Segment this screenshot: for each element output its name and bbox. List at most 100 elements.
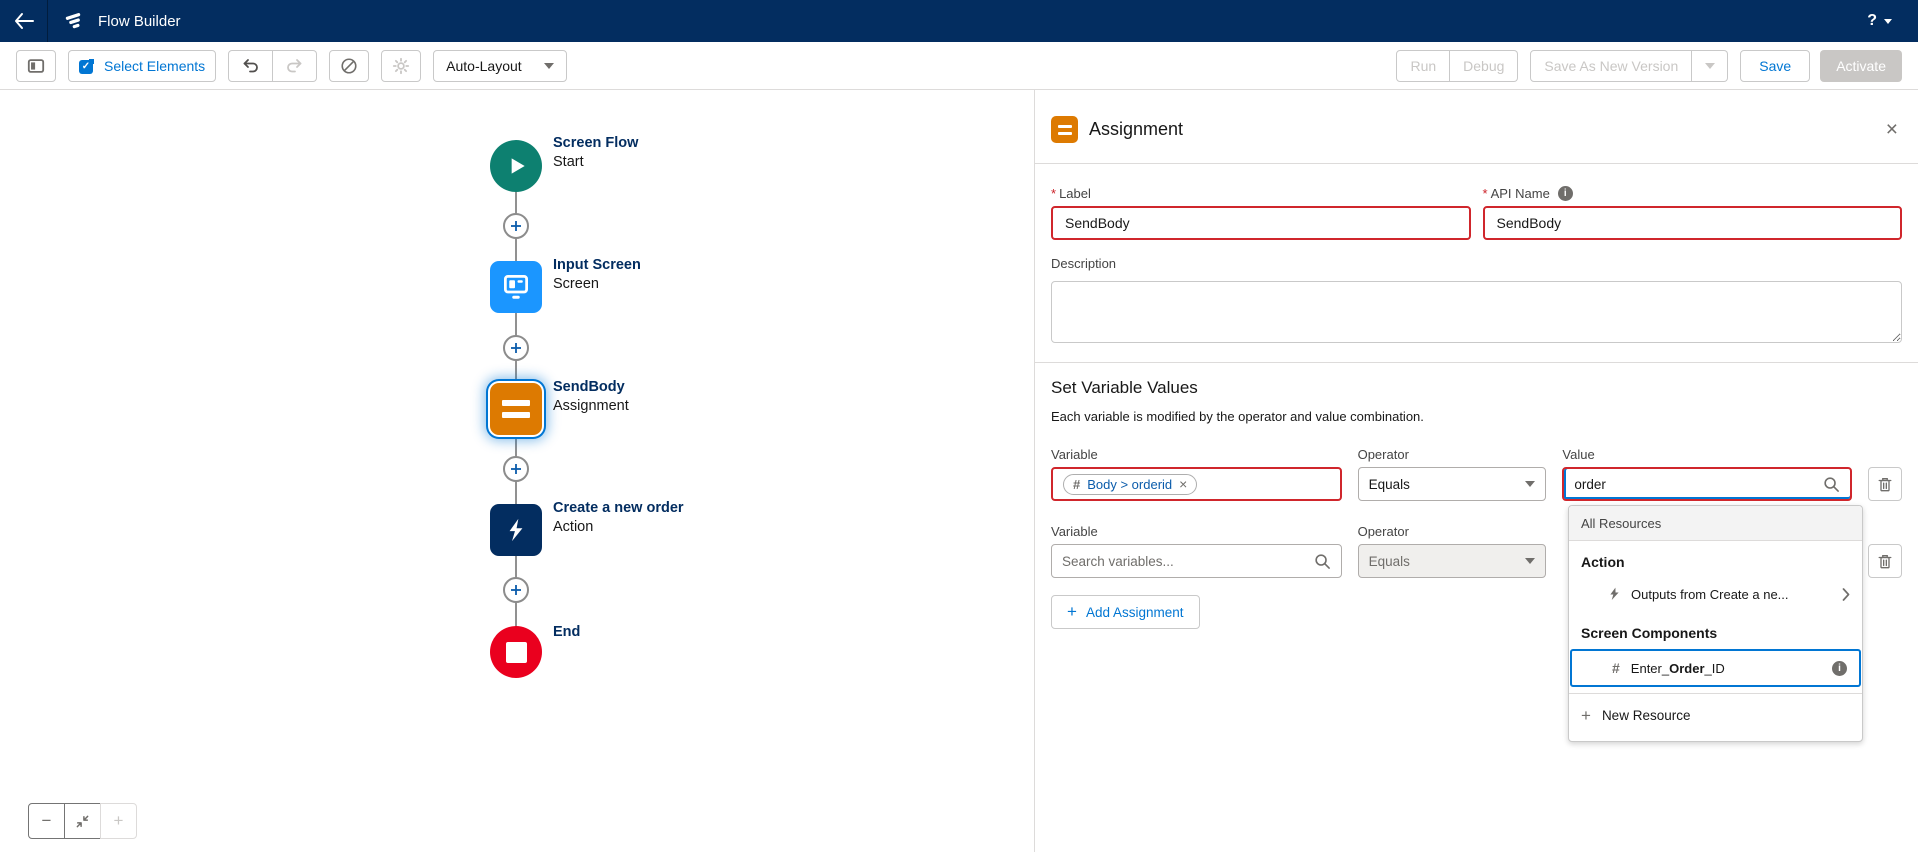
label-field-group: * Label: [1051, 186, 1471, 240]
delete-assignment-button-2[interactable]: [1868, 544, 1902, 578]
back-button[interactable]: [0, 0, 48, 42]
node-start[interactable]: [490, 140, 542, 192]
flow-settings-button[interactable]: [381, 50, 421, 82]
add-element-button[interactable]: [503, 213, 529, 239]
chevron-down-icon: [1525, 481, 1535, 487]
operator-label: Operator: [1358, 447, 1547, 462]
description-group: Description: [1035, 256, 1918, 348]
add-element-button[interactable]: [503, 456, 529, 482]
lightning-icon: [502, 516, 530, 544]
new-resource-button[interactable]: + New Resource: [1569, 693, 1862, 737]
dropdown-section-screen-components: Screen Components: [1569, 612, 1862, 647]
trash-icon: [1877, 476, 1893, 493]
plus-icon: +: [114, 811, 124, 831]
operator-value: Equals: [1369, 554, 1410, 569]
variable-input-1[interactable]: # Body > orderid ×: [1051, 467, 1342, 501]
api-name-field-label: * API Name i: [1483, 186, 1903, 201]
api-name-input[interactable]: [1483, 206, 1903, 240]
variable-search-combobox-2[interactable]: [1051, 544, 1342, 578]
value-column: Value: [1562, 447, 1852, 501]
debug-label: Debug: [1463, 58, 1504, 74]
select-elements-button[interactable]: ✓ Select Elements: [68, 50, 216, 82]
label-input[interactable]: [1051, 206, 1471, 240]
value-search-input[interactable]: [1574, 477, 1823, 492]
redo-button[interactable]: [273, 50, 317, 82]
set-variable-values-section: Set Variable Values Each variable is mod…: [1035, 378, 1918, 424]
hash-icon: #: [1073, 477, 1080, 492]
dropdown-item-label: Enter_Order_ID: [1631, 661, 1821, 676]
dropdown-section-action: Action: [1569, 541, 1862, 576]
panel-title: Assignment: [1089, 119, 1183, 140]
label-part: Enter_: [1631, 661, 1669, 676]
save-as-new-version-button[interactable]: Save As New Version: [1530, 50, 1692, 82]
spacer-label: [1868, 447, 1902, 462]
toggle-toolbox-button[interactable]: [16, 50, 56, 82]
add-assignment-label: Add Assignment: [1086, 605, 1184, 620]
undo-button[interactable]: [228, 50, 273, 82]
label-part: _ID: [1705, 661, 1725, 676]
close-icon[interactable]: ×: [1886, 119, 1898, 140]
operator-value: Equals: [1369, 477, 1410, 492]
chevron-down-icon: [1525, 558, 1535, 564]
flow-builder-logo-icon: [64, 10, 86, 32]
plus-icon: +: [1581, 707, 1591, 724]
label-text: Value: [1562, 447, 1594, 462]
help-menu[interactable]: ?: [1867, 12, 1892, 30]
info-icon[interactable]: i: [1832, 661, 1847, 676]
dropdown-item-label: Outputs from Create a ne...: [1631, 587, 1831, 602]
node-start-label: Screen Flow Start: [553, 134, 638, 172]
node-title: SendBody: [553, 378, 629, 397]
node-end[interactable]: [490, 626, 542, 678]
operator-select-2[interactable]: Equals: [1358, 544, 1547, 578]
plus-icon: [510, 463, 522, 475]
remove-pill-icon[interactable]: ×: [1179, 477, 1187, 491]
label-api-row: * Label * API Name i: [1035, 186, 1918, 240]
delete-assignment-button-1[interactable]: [1868, 467, 1902, 501]
operator-select-1[interactable]: Equals: [1358, 467, 1547, 501]
save-as-new-version-label: Save As New Version: [1544, 58, 1678, 74]
label-text: Label: [1059, 186, 1091, 201]
add-assignment-button[interactable]: + Add Assignment: [1051, 595, 1200, 629]
zoom-in-button[interactable]: +: [100, 803, 137, 839]
error-indicator-button[interactable]: [329, 50, 369, 82]
label-field-label: * Label: [1051, 186, 1471, 201]
node-create-order-action[interactable]: [490, 504, 542, 556]
variable-search-input-2[interactable]: [1062, 554, 1314, 569]
fit-to-view-button[interactable]: [64, 803, 101, 839]
dropdown-item-outputs[interactable]: Outputs from Create a ne...: [1569, 576, 1862, 612]
help-icon: ?: [1867, 12, 1877, 30]
node-input-screen[interactable]: [490, 261, 542, 313]
value-search-combobox[interactable]: [1562, 467, 1852, 501]
operator-label: Operator: [1358, 524, 1547, 539]
section-title: Set Variable Values: [1051, 378, 1902, 398]
chevron-down-icon: [1884, 19, 1892, 24]
gear-icon: [392, 57, 410, 75]
add-element-button[interactable]: [503, 577, 529, 603]
save-options-caret-button[interactable]: [1692, 50, 1728, 82]
flow-canvas[interactable]: Screen Flow Start Input Screen Screen Se…: [0, 90, 1034, 852]
layout-mode-dropdown[interactable]: Auto-Layout: [433, 50, 567, 82]
zoom-out-button[interactable]: −: [28, 803, 65, 839]
label-text: Description: [1051, 256, 1116, 271]
node-sendbody-assignment[interactable]: [490, 383, 542, 435]
run-button[interactable]: Run: [1396, 50, 1450, 82]
redo-icon: [286, 58, 303, 74]
plus-icon: [510, 584, 522, 596]
save-button[interactable]: Save: [1740, 50, 1810, 82]
label-text: Variable: [1051, 447, 1098, 462]
required-asterisk: *: [1483, 186, 1488, 201]
add-element-button[interactable]: [503, 335, 529, 361]
node-subtitle: Screen: [553, 275, 641, 294]
info-icon[interactable]: i: [1558, 186, 1573, 201]
trash-icon: [1877, 553, 1893, 570]
minus-icon: −: [42, 811, 52, 831]
lightning-icon: [1609, 587, 1620, 601]
activate-button[interactable]: Activate: [1820, 50, 1902, 82]
top-navbar: Flow Builder ?: [0, 0, 1918, 42]
debug-button[interactable]: Debug: [1450, 50, 1518, 82]
description-textarea[interactable]: [1051, 281, 1902, 343]
spacer-label: [1868, 524, 1902, 539]
variable-pill[interactable]: # Body > orderid ×: [1063, 474, 1197, 495]
dropdown-item-enter-order-id[interactable]: # Enter_Order_ID i: [1570, 649, 1861, 687]
variable-label: Variable: [1051, 447, 1342, 462]
